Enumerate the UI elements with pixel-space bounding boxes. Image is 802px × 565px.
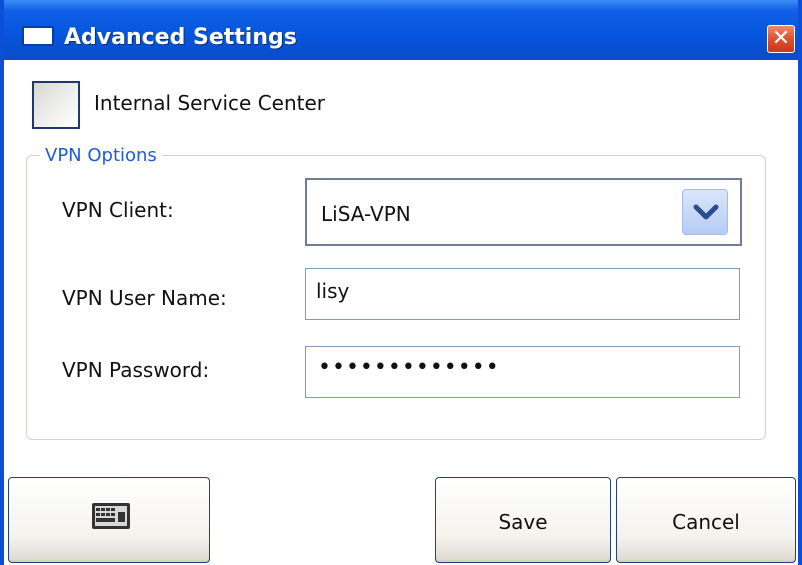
close-icon: ✕ [771, 26, 791, 51]
vpn-client-select[interactable]: LiSA-VPN [305, 178, 742, 246]
vpn-password-label: VPN Password: [62, 358, 210, 382]
keyboard-icon [92, 503, 130, 529]
chevron-down-icon [693, 204, 719, 220]
vpn-password-input[interactable]: ••••••••••••• [305, 346, 740, 398]
vpn-client-label: VPN Client: [62, 198, 174, 222]
internal-service-center-label: Internal Service Center [94, 91, 326, 115]
advanced-settings-window: Advanced Settings ✕ Internal Service Cen… [0, 0, 802, 565]
vpn-password-value: ••••••••••••• [318, 355, 500, 380]
window-icon [22, 26, 54, 46]
vpn-client-dropdown-button[interactable] [682, 189, 728, 235]
vpn-client-value: LiSA-VPN [321, 202, 411, 226]
title-bar[interactable]: Advanced Settings ✕ [4, 0, 798, 60]
vpn-user-name-label: VPN User Name: [62, 286, 227, 310]
on-screen-keyboard-button[interactable] [8, 477, 210, 563]
internal-service-center-checkbox[interactable] [32, 81, 80, 129]
window-title: Advanced Settings [64, 25, 297, 50]
vpn-user-name-value: lisy [316, 279, 350, 303]
vpn-user-name-input[interactable]: lisy [305, 268, 740, 320]
vpn-options-legend: VPN Options [40, 145, 162, 166]
cancel-button[interactable]: Cancel [616, 477, 796, 563]
save-button[interactable]: Save [435, 477, 611, 563]
save-button-label: Save [498, 510, 548, 534]
cancel-button-label: Cancel [672, 510, 740, 534]
close-button[interactable]: ✕ [767, 25, 795, 53]
